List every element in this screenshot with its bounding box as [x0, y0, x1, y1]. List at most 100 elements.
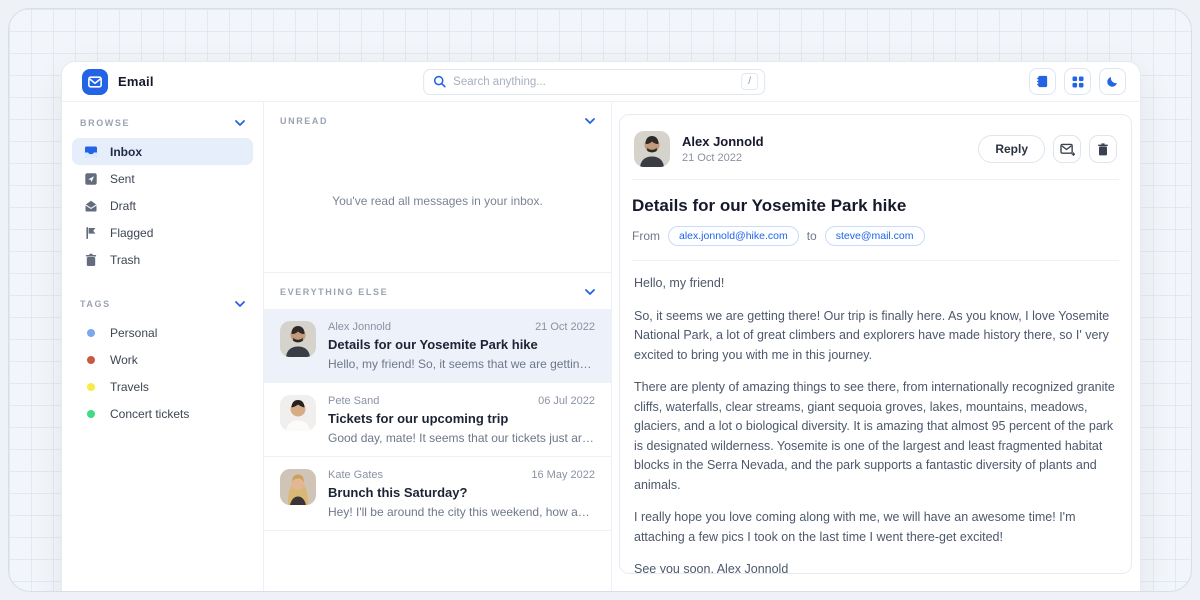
avatar: [280, 469, 316, 505]
unread-collapse-chevron-icon[interactable]: [585, 118, 595, 124]
email-subject: Brunch this Saturday?: [328, 485, 595, 500]
search-bar[interactable]: /: [423, 69, 765, 95]
address-book-button[interactable]: [1029, 68, 1056, 95]
tag-item-concert-tickets[interactable]: Concert tickets: [72, 400, 253, 427]
trash-icon: [84, 253, 98, 267]
avatar: [280, 321, 316, 357]
sidebar-item-label: Draft: [110, 199, 136, 213]
sidebar-item-trash[interactable]: Trash: [72, 246, 253, 273]
detail-header: Alex Jonnold 21 Oct 2022 Reply: [632, 129, 1119, 179]
email-body: Hello, my friend! So, it seems we are ge…: [632, 261, 1119, 574]
detail-actions: Reply: [978, 135, 1117, 163]
body-paragraph: Hello, my friend!: [634, 274, 1117, 294]
sidebar: BROWSE Inbox: [62, 102, 264, 592]
sidebar-item-label: Flagged: [110, 226, 153, 240]
app-body: BROWSE Inbox: [62, 102, 1140, 592]
email-app-window: Email /: [61, 61, 1141, 592]
forward-mail-button[interactable]: [1053, 135, 1081, 163]
detail-date: 21 Oct 2022: [682, 152, 764, 164]
inbox-icon: [84, 145, 98, 159]
tag-color-dot: [87, 410, 95, 418]
unread-empty-message: You've read all messages in your inbox.: [264, 194, 611, 208]
unread-section-header: UNREAD: [280, 116, 595, 126]
tag-color-dot: [87, 329, 95, 337]
divider: [632, 179, 1119, 180]
from-label: From: [632, 229, 660, 243]
email-list: Alex Jonnold 21 Oct 2022 Details for our…: [264, 309, 611, 592]
sidebar-item-inbox[interactable]: Inbox: [72, 138, 253, 165]
body-paragraph: I really hope you love coming along with…: [634, 508, 1117, 547]
detail-sender-name: Alex Jonnold: [682, 134, 764, 149]
sidebar-item-sent[interactable]: Sent: [72, 165, 253, 192]
sidebar-tags-group: TAGS Personal Work: [72, 297, 253, 427]
from-email-chip[interactable]: alex.jonnold@hike.com: [668, 226, 799, 246]
delete-button[interactable]: [1089, 135, 1117, 163]
reading-pane: Alex Jonnold 21 Oct 2022 Reply: [612, 102, 1140, 592]
body-paragraph: See you soon, Alex Jonnold: [634, 560, 1117, 574]
tags-collapse-chevron-icon[interactable]: [235, 301, 245, 307]
header-actions: [1029, 68, 1126, 95]
app-title: Email: [118, 74, 154, 89]
everything-else-collapse-chevron-icon[interactable]: [585, 289, 595, 295]
body-paragraph: There are plenty of amazing things to se…: [634, 378, 1117, 495]
from-to-row: From alex.jonnold@hike.com to steve@mail…: [632, 226, 1119, 260]
sidebar-item-draft[interactable]: Draft: [72, 192, 253, 219]
tag-color-dot: [87, 383, 95, 391]
tag-item-travels[interactable]: Travels: [72, 373, 253, 400]
sidebar-item-flagged[interactable]: Flagged: [72, 219, 253, 246]
email-list-item[interactable]: Alex Jonnold 21 Oct 2022 Details for our…: [264, 309, 611, 383]
detail-subject: Details for our Yosemite Park hike: [632, 196, 1119, 216]
email-sender: Kate Gates: [328, 469, 383, 481]
draft-icon: [84, 199, 98, 213]
email-detail-card: Alex Jonnold 21 Oct 2022 Reply: [619, 114, 1132, 574]
email-subject: Tickets for our upcoming trip: [328, 411, 595, 426]
unread-section-label: UNREAD: [280, 116, 328, 126]
email-preview: Hello, my friend! So, it seems that we a…: [328, 357, 595, 371]
tag-label: Travels: [110, 380, 149, 394]
flag-icon: [84, 226, 98, 240]
tag-item-work[interactable]: Work: [72, 346, 253, 373]
message-list-column: UNREAD You've read all messages in your …: [264, 102, 612, 592]
browse-collapse-chevron-icon[interactable]: [235, 120, 245, 126]
email-list-item[interactable]: Pete Sand 06 Jul 2022 Tickets for our up…: [264, 383, 611, 457]
email-preview: Good day, mate! It seems that our ticket…: [328, 431, 595, 445]
tag-item-personal[interactable]: Personal: [72, 319, 253, 346]
email-date: 16 May 2022: [531, 469, 595, 481]
sidebar-item-label: Inbox: [110, 145, 142, 159]
tags-section-header: TAGS: [72, 297, 253, 319]
email-logo-icon: [82, 69, 108, 95]
search-icon: [433, 75, 446, 88]
tag-color-dot: [87, 356, 95, 364]
browse-section-header: BROWSE: [72, 116, 253, 138]
email-preview: Hey! I'll be around the city this weeken…: [328, 505, 595, 519]
sidebar-item-label: Sent: [110, 172, 135, 186]
browse-section-label: BROWSE: [80, 118, 130, 128]
sidebar-item-label: Trash: [110, 253, 140, 267]
everything-else-section-header: EVERYTHING ELSE: [264, 272, 611, 309]
to-label: to: [807, 229, 817, 243]
email-subject: Details for our Yosemite Park hike: [328, 337, 595, 352]
sidebar-browse-group: BROWSE Inbox: [72, 116, 253, 273]
body-paragraph: So, it seems we are getting there! Our t…: [634, 307, 1117, 366]
app-brand: Email: [76, 69, 154, 95]
tag-label: Personal: [110, 326, 157, 340]
page-background: Email /: [8, 8, 1192, 592]
to-email-chip[interactable]: steve@mail.com: [825, 226, 925, 246]
email-date: 21 Oct 2022: [535, 321, 595, 333]
email-sender: Alex Jonnold: [328, 321, 391, 333]
search-input[interactable]: [453, 76, 734, 88]
email-list-item[interactable]: Kate Gates 16 May 2022 Brunch this Satur…: [264, 457, 611, 531]
sent-icon: [84, 172, 98, 186]
app-header: Email /: [62, 62, 1140, 102]
reply-button[interactable]: Reply: [978, 135, 1045, 163]
avatar: [634, 131, 670, 167]
tag-label: Work: [110, 353, 138, 367]
dark-mode-toggle-button[interactable]: [1099, 68, 1126, 95]
email-sender: Pete Sand: [328, 395, 379, 407]
unread-section: UNREAD You've read all messages in your …: [264, 102, 611, 272]
everything-else-label: EVERYTHING ELSE: [280, 287, 388, 297]
tag-label: Concert tickets: [110, 407, 189, 421]
apps-grid-button[interactable]: [1064, 68, 1091, 95]
search-shortcut-badge: /: [741, 73, 758, 90]
tags-section-label: TAGS: [80, 299, 111, 309]
